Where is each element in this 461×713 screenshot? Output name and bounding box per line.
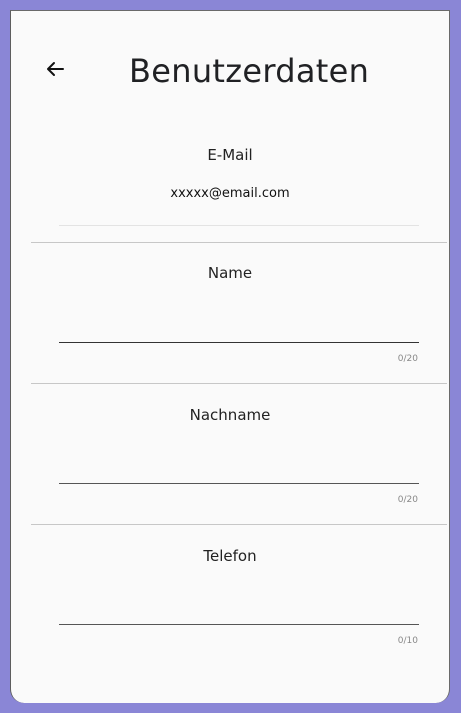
phone-input[interactable] — [59, 597, 419, 625]
section-divider — [31, 383, 447, 384]
lastname-input[interactable] — [59, 456, 419, 484]
section-divider — [31, 242, 447, 243]
device-frame: Benutzerdaten E-Mail xxxxx@email.com Nam… — [0, 0, 461, 713]
name-input[interactable] — [59, 315, 419, 343]
arrow-left-icon — [47, 62, 64, 76]
back-button[interactable] — [39, 53, 71, 85]
phone-char-counter: 0/10 — [397, 636, 418, 646]
lastname-label: Nachname — [189, 406, 271, 424]
phone-label: Telefon — [203, 547, 257, 565]
page-title: Benutzerdaten — [129, 52, 370, 90]
email-label: E-Mail — [207, 146, 253, 164]
name-label: Name — [207, 264, 253, 282]
section-divider — [31, 524, 447, 525]
lastname-char-counter: 0/20 — [397, 495, 418, 505]
email-value: xxxxx@email.com — [170, 186, 290, 201]
email-underline — [59, 225, 419, 226]
user-data-screen: Benutzerdaten E-Mail xxxxx@email.com Nam… — [10, 10, 450, 703]
name-char-counter: 0/20 — [397, 354, 418, 364]
